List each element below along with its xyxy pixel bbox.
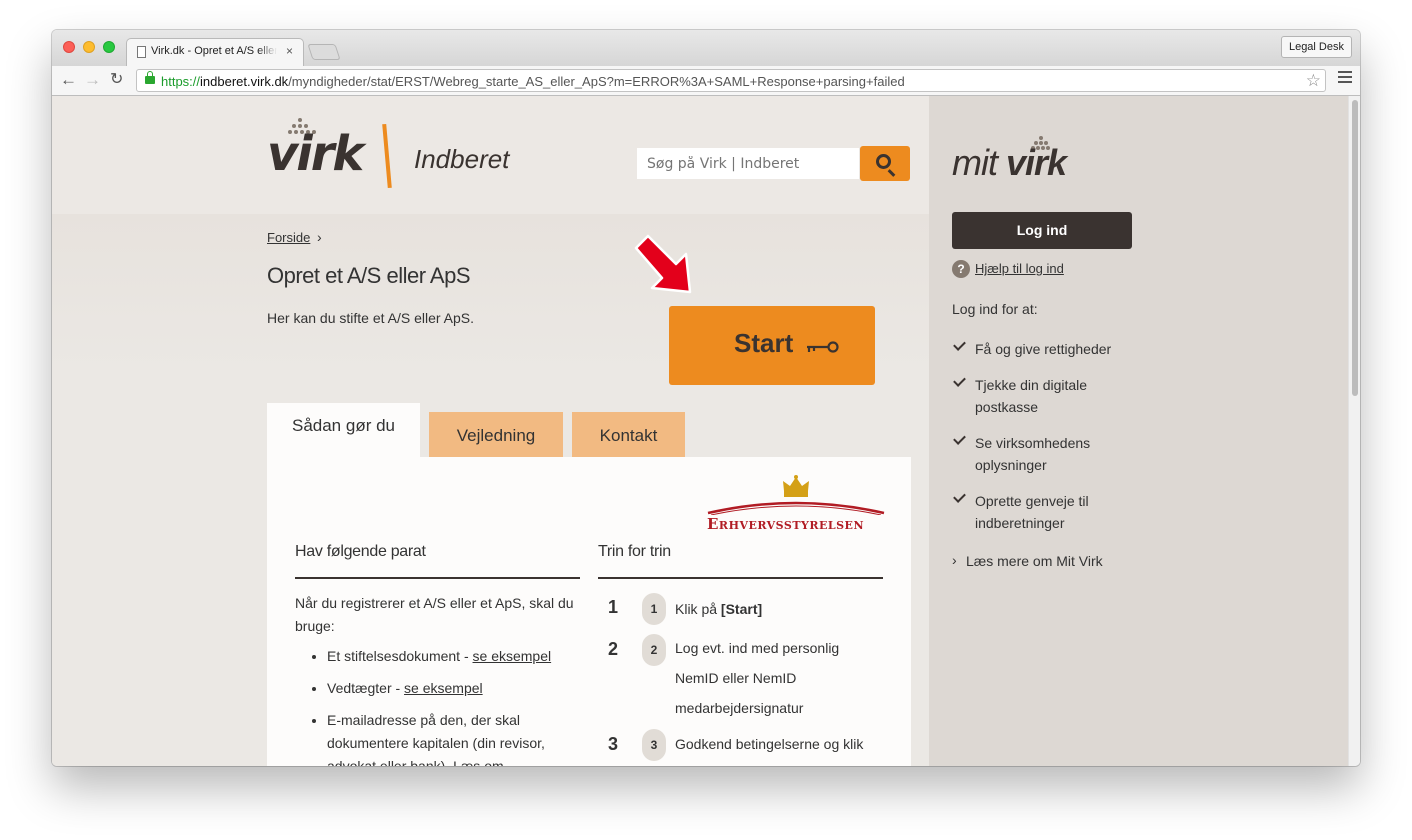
login-for-text: Log ind for at: [952, 301, 1038, 317]
browser-toolbar: ← → ↻ https://indberet.virk.dk/myndighed… [52, 66, 1360, 96]
step-number: 3 [608, 734, 619, 754]
list-item-text: Vedtægter - [327, 680, 405, 696]
step-text-bold: [Start] [720, 601, 763, 617]
list-item-text: Et stiftelsesdokument - [327, 648, 473, 664]
minimize-window-button[interactable] [83, 41, 95, 53]
crown-icon [707, 475, 885, 515]
steps-heading: Trin for trin [598, 543, 671, 560]
step-text: Godkend betingelserne og klik [675, 736, 864, 752]
step-text: Klik på [Start] [675, 594, 880, 624]
benefit-text: Tjekke din digitale postkasse [975, 377, 1088, 415]
benefit-text: Oprette genveje til indberetninger [975, 493, 1089, 531]
check-icon [953, 374, 966, 387]
prepare-intro: Når du registrerer et A/S eller et ApS, … [295, 595, 574, 634]
help-icon: ? [952, 260, 970, 278]
prepare-heading: Hav følgende parat [295, 543, 426, 560]
step-badge: 3 [642, 729, 666, 761]
step-badge: 2 [642, 634, 666, 666]
erhvervsstyrelsen-logo: Erhvervsstyrelsen [707, 475, 885, 533]
list-item: E-mailadresse på den, der skal dokumente… [295, 709, 575, 766]
benefit-text: Få og give rettigheder [975, 341, 1112, 357]
start-button[interactable]: Start [669, 306, 875, 385]
mit-virk-logo-light: mit [952, 142, 998, 183]
list-item: Vedtægter - se eksempel [295, 677, 575, 700]
reload-icon[interactable]: ↻ [110, 70, 123, 90]
virk-logo[interactable]: virk [267, 126, 364, 182]
prepare-divider [295, 577, 580, 579]
check-icon [953, 432, 966, 445]
tab-close-icon[interactable]: × [286, 44, 293, 58]
mit-virk-logo: mit virk [952, 142, 1067, 184]
page-title: Opret et A/S eller ApS [267, 263, 471, 288]
logo-divider [382, 123, 392, 189]
step-text: Log evt. ind med personlig NemID eller N… [675, 640, 840, 716]
tab-title: Virk.dk - Opret et A/S eller ApS [151, 45, 277, 57]
logo-subtitle: Indberet [414, 144, 510, 174]
content-tabs: Sådan gør du Vejledning Kontakt [267, 403, 911, 458]
zoom-window-button[interactable] [103, 41, 115, 53]
step-number: 2 [608, 639, 619, 659]
login-button[interactable]: Log ind [952, 212, 1132, 249]
title-bar: Virk.dk - Opret et A/S eller ApS × Legal… [52, 30, 1360, 66]
red-arrow-icon [634, 234, 692, 294]
close-window-button[interactable] [63, 41, 75, 53]
breadcrumb-home-link[interactable]: Forside [267, 230, 310, 245]
steps-divider [598, 577, 883, 579]
page-viewport: virk Indberet Forside › Opret et A/S ell… [52, 96, 1348, 766]
search-icon [876, 154, 891, 169]
site-header: virk Indberet [52, 96, 929, 214]
list-item: Få og give rettigheder [952, 338, 1152, 360]
legal-desk-button[interactable]: Legal Desk [1280, 36, 1352, 58]
example-link[interactable]: se eksempel [473, 648, 552, 664]
mit-virk-sidebar: mit virk Log ind ? Hjælp til log ind Log… [929, 96, 1348, 766]
step-badge: 1 [642, 593, 666, 625]
login-help-link[interactable]: Hjælp til log ind [975, 261, 1064, 276]
page-icon [137, 46, 146, 58]
chevron-right-icon: › [952, 552, 957, 568]
list-item: Se virksomhedens oplysninger [952, 432, 1152, 476]
check-icon [953, 338, 966, 351]
url-host: indberet.virk.dk [200, 74, 289, 89]
back-arrow-icon[interactable]: ← [60, 70, 77, 90]
url-scheme: https:// [161, 74, 201, 89]
tab-kontakt[interactable]: Kontakt [572, 412, 685, 458]
agency-name: Erhvervsstyrelsen [707, 515, 864, 533]
page-intro: Her kan du stifte et A/S eller ApS. [267, 310, 474, 326]
lock-icon [145, 71, 155, 84]
forward-arrow-icon[interactable]: → [84, 70, 101, 90]
browser-tab[interactable]: Virk.dk - Opret et A/S eller ApS × [126, 38, 304, 66]
address-bar[interactable]: https://indberet.virk.dk/myndigheder/sta… [136, 69, 1326, 92]
search-button[interactable] [860, 146, 910, 181]
benefit-text: Se virksomhedens oplysninger [975, 435, 1091, 473]
browser-window: Virk.dk - Opret et A/S eller ApS × Legal… [52, 30, 1360, 766]
tab-vejledning[interactable]: Vejledning [429, 412, 563, 458]
step-number: 1 [608, 597, 619, 617]
step-text-prefix: Klik på [675, 601, 721, 617]
bookmark-star-icon[interactable]: ☆ [1306, 71, 1321, 91]
url-text[interactable]: https://indberet.virk.dk/myndigheder/sta… [161, 74, 905, 89]
breadcrumb: Forside › [267, 229, 322, 245]
scrollbar-thumb[interactable] [1352, 100, 1358, 396]
hamburger-menu-icon[interactable] [1338, 71, 1352, 83]
check-icon [953, 490, 966, 503]
prepare-list: Et stiftelsesdokument - se eksempel Vedt… [295, 645, 575, 766]
list-item: Et stiftelsesdokument - se eksempel [295, 645, 575, 668]
list-item: Oprette genveje til indberetninger [952, 490, 1152, 534]
read-more-label: Læs mere om Mit Virk [966, 553, 1103, 569]
start-label: Start [734, 328, 794, 358]
example-link[interactable]: se eksempel [404, 680, 483, 696]
search-input[interactable] [637, 148, 859, 179]
url-path: /myndigheder/stat/ERST/Webreg_starte_AS_… [288, 74, 905, 89]
key-icon [807, 341, 839, 353]
list-item: Tjekke din digitale postkasse [952, 374, 1152, 418]
new-tab-button[interactable] [307, 44, 341, 60]
chevron-right-icon: › [317, 229, 322, 245]
tab-panel: Erhvervsstyrelsen Hav følgende parat Tri… [267, 457, 911, 766]
list-item-text: E-mailadresse på den, der skal dokumente… [327, 712, 545, 766]
benefits-list: Få og give rettigheder Tjekke din digita… [952, 338, 1152, 548]
tab-saadan-goer-du[interactable]: Sådan gør du [267, 403, 420, 458]
vertical-scrollbar[interactable] [1348, 96, 1360, 766]
mit-virk-logo-bold: virk [1006, 142, 1067, 183]
